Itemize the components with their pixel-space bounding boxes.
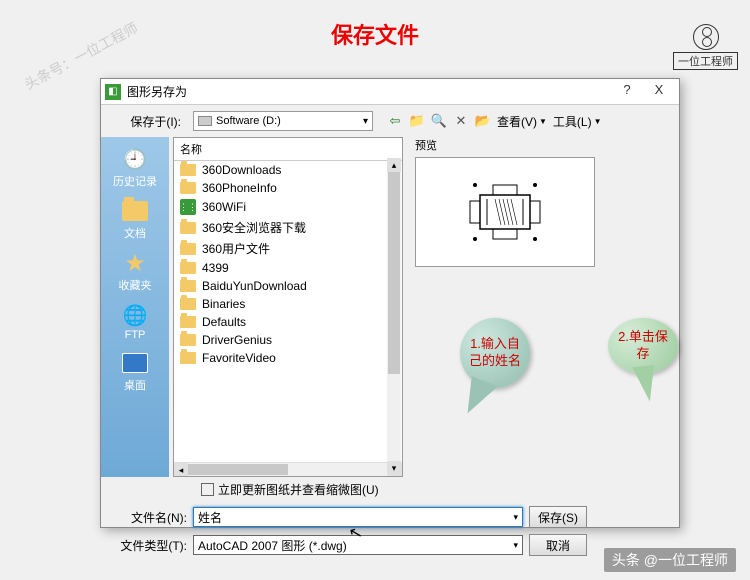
filetype-label: 文件类型(T):	[109, 537, 187, 554]
file-name: 360Downloads	[202, 163, 281, 177]
file-item[interactable]: 360PhoneInfo	[174, 179, 402, 197]
folder-icon	[180, 316, 196, 328]
new-folder-icon[interactable]: 📂	[475, 113, 491, 129]
dialog-title: 图形另存为	[127, 83, 187, 100]
filename-input[interactable]: 姓名 ▾	[193, 507, 523, 527]
folder-icon	[180, 243, 196, 255]
bottom-form: 立即更新图纸并查看缩微图(U) 文件名(N): 姓名 ▾ 保存(S) 文件类型(…	[101, 481, 679, 556]
preview-area	[415, 157, 595, 267]
folder-icon	[180, 280, 196, 292]
scroll-down-icon[interactable]: ▾	[387, 461, 401, 475]
search-icon[interactable]: 🔍	[431, 113, 447, 129]
file-name: BaiduYunDownload	[202, 279, 307, 293]
folder-icon	[180, 298, 196, 310]
file-name: 4399	[202, 261, 229, 275]
brand-logo-icon	[693, 24, 719, 50]
file-item[interactable]: ⋮⋮ 360WiFi	[174, 197, 402, 217]
up-folder-icon[interactable]: 📁	[409, 113, 425, 129]
delete-icon[interactable]: ✕	[453, 113, 469, 129]
preview-panel: 预览	[407, 137, 679, 477]
folder-icon	[180, 334, 196, 346]
help-button[interactable]: ?	[611, 82, 643, 102]
file-item[interactable]: 4399	[174, 259, 402, 277]
file-item[interactable]: BaiduYunDownload	[174, 277, 402, 295]
view-menu[interactable]: 查看(V)▼	[497, 113, 547, 130]
scroll-up-icon[interactable]: ▴	[387, 158, 401, 172]
file-item[interactable]: 360Downloads	[174, 161, 402, 179]
save-in-label: 保存于(I):	[109, 113, 187, 130]
scrollbar-vertical[interactable]: ▴ ▾	[387, 158, 401, 475]
list-header-name[interactable]: 名称	[174, 138, 402, 161]
ftp-icon: 🌐	[121, 301, 149, 329]
sidebar-desktop[interactable]: 桌面	[121, 347, 149, 395]
drive-value: Software (D:)	[216, 115, 281, 127]
folder-icon	[180, 182, 196, 194]
location-row: 保存于(I): Software (D:) ⇦ 📁 🔍 ✕ 📂 查看(V)▼ 工…	[101, 105, 679, 137]
save-as-dialog: ◧ 图形另存为 ? X 保存于(I): Software (D:) ⇦ 📁 🔍 …	[100, 78, 680, 528]
sidebar-favorites[interactable]: ★ 收藏夹	[119, 247, 152, 295]
filename-label: 文件名(N):	[109, 509, 187, 526]
filename-history-icon[interactable]: ▾	[513, 512, 518, 523]
file-name: 360用户文件	[202, 240, 270, 257]
favorites-icon: ★	[121, 249, 149, 277]
wifi-icon: ⋮⋮	[180, 199, 196, 215]
file-name: DriverGenius	[202, 333, 272, 347]
documents-icon	[121, 197, 149, 225]
callout-enter-name: 1.输入自己的姓名	[460, 318, 530, 388]
sidebar-history[interactable]: 🕘 历史记录	[113, 143, 157, 191]
scroll-left-icon[interactable]: ◂	[174, 463, 188, 476]
save-button[interactable]: 保存(S)	[529, 506, 587, 528]
file-list[interactable]: 360Downloads 360PhoneInfo ⋮⋮ 360WiFi 360安全浏览…	[174, 161, 402, 462]
preview-drawing-icon	[445, 177, 565, 247]
file-name: Defaults	[202, 315, 246, 329]
filetype-arrow-icon[interactable]: ▾	[513, 540, 518, 551]
sidebar-documents[interactable]: 文档	[121, 195, 149, 243]
tools-menu[interactable]: 工具(L)▼	[553, 113, 602, 130]
toolbar-icons: ⇦ 📁 🔍 ✕ 📂	[387, 113, 491, 129]
desktop-icon	[121, 349, 149, 377]
preview-label: 预览	[415, 137, 671, 153]
file-name: Binaries	[202, 297, 245, 311]
scrollbar-horizontal[interactable]: ◂ ▸	[174, 462, 402, 476]
footer-watermark: 头条 @一位工程师	[604, 548, 736, 572]
folder-icon	[180, 222, 196, 234]
update-thumb-checkbox[interactable]	[201, 483, 214, 496]
file-item[interactable]: FavoriteVideo	[174, 349, 402, 367]
drive-icon	[198, 116, 212, 126]
folder-icon	[180, 164, 196, 176]
file-name: 360WiFi	[202, 200, 246, 214]
update-thumb-label: 立即更新图纸并查看缩微图(U)	[218, 481, 379, 498]
file-item[interactable]: DriverGenius	[174, 331, 402, 349]
filetype-dropdown[interactable]: AutoCAD 2007 图形 (*.dwg) ▾	[193, 535, 523, 555]
file-name: 360PhoneInfo	[202, 181, 277, 195]
watermark-right: 一位工程师	[673, 24, 738, 70]
file-name: 360安全浏览器下载	[202, 219, 306, 236]
file-item[interactable]: Binaries	[174, 295, 402, 313]
file-item[interactable]: Defaults	[174, 313, 402, 331]
app-icon: ◧	[105, 84, 121, 100]
back-icon[interactable]: ⇦	[387, 113, 403, 129]
folder-icon	[180, 352, 196, 364]
file-item[interactable]: 360安全浏览器下载	[174, 217, 402, 238]
scroll-thumb-v[interactable]	[388, 172, 400, 374]
close-button[interactable]: X	[643, 82, 675, 102]
scroll-thumb-h[interactable]	[188, 464, 288, 475]
titlebar: ◧ 图形另存为 ? X	[101, 79, 679, 105]
file-item[interactable]: 360用户文件	[174, 238, 402, 259]
history-icon: 🕘	[121, 145, 149, 173]
folder-icon	[180, 262, 196, 274]
drive-dropdown[interactable]: Software (D:)	[193, 111, 373, 131]
file-list-panel: 名称 360Downloads 360PhoneInfo ⋮⋮ 360WiFi 360安…	[173, 137, 403, 477]
cancel-button[interactable]: 取消	[529, 534, 587, 556]
sidebar-ftp[interactable]: 🌐 FTP	[121, 299, 149, 343]
callout-click-save: 2.单击保存	[608, 318, 678, 374]
brand-label: 一位工程师	[673, 52, 738, 70]
file-name: FavoriteVideo	[202, 351, 276, 365]
places-sidebar: 🕘 历史记录 文档 ★ 收藏夹 🌐 FTP 桌面	[101, 137, 169, 477]
